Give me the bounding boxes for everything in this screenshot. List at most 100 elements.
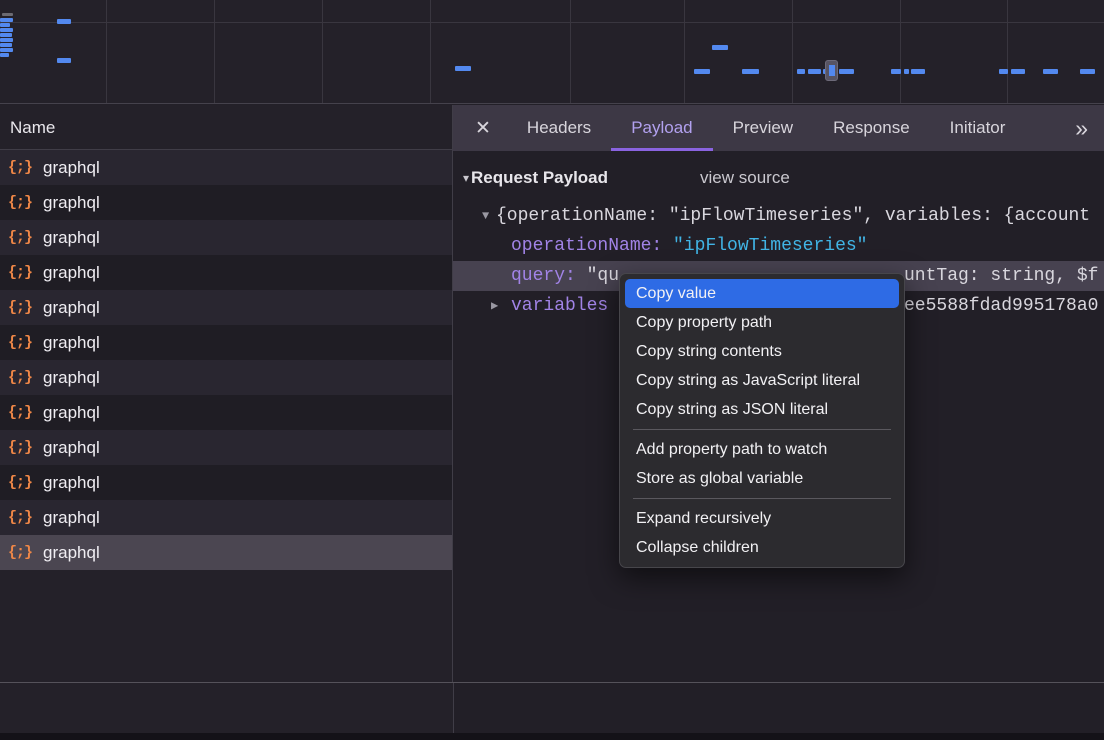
request-rows: {;} graphql {;} graphql {;} graphql	[0, 150, 452, 682]
context-menu-item[interactable]	[633, 498, 891, 499]
more-tabs-chevron-icon[interactable]: »	[1075, 105, 1088, 151]
section-collapse-caret-icon[interactable]: ▾	[463, 171, 469, 185]
request-name-label: graphql	[43, 403, 100, 423]
waterfall-bar	[1080, 69, 1095, 74]
tab-label: Preview	[733, 118, 793, 137]
request-name-label: graphql	[43, 333, 100, 353]
overview-gridline-vertical	[214, 0, 215, 104]
context-menu-item[interactable]: Expand recursively	[625, 504, 899, 533]
network-request-row[interactable]: {;} graphql	[0, 395, 452, 430]
waterfall-bar	[742, 69, 759, 74]
waterfall-bar	[0, 38, 13, 42]
payload-summary-text: {operationName: "ipFlowTimeseries", vari…	[496, 206, 1090, 226]
tab-label: Initiator	[950, 118, 1006, 137]
details-tab[interactable]: Preview	[713, 105, 813, 151]
context-menu-item[interactable]	[633, 429, 891, 430]
context-menu-item-label: Expand recursively	[636, 510, 771, 527]
request-name-label: graphql	[43, 473, 100, 493]
payload-operation-row[interactable]: operationName: "ipFlowTimeseries"	[453, 231, 1104, 261]
payload-root-row[interactable]: ▼{operationName: "ipFlowTimeseries", var…	[453, 201, 1104, 231]
details-tab[interactable]: Headers	[507, 105, 611, 151]
network-request-row[interactable]: {;} graphql	[0, 430, 452, 465]
operation-key: operationName:	[511, 236, 662, 256]
overview-gridline-vertical	[1007, 0, 1008, 104]
waterfall-bar	[904, 69, 909, 74]
context-menu-item-label: Copy string as JavaScript literal	[636, 372, 860, 389]
network-request-row[interactable]: {;} graphql	[0, 220, 452, 255]
waterfall-bar	[891, 69, 901, 74]
operation-value: "ipFlowTimeseries"	[673, 236, 867, 256]
network-request-row[interactable]: {;} graphql	[0, 360, 452, 395]
disclosure-down-icon[interactable]: ▼	[482, 201, 496, 231]
overview-gridline-vertical	[106, 0, 107, 104]
disclosure-right-icon[interactable]: ▶	[491, 291, 511, 321]
json-request-icon: {;}	[8, 159, 32, 176]
context-menu-item[interactable]: Store as global variable	[625, 464, 899, 493]
context-menu-item[interactable]: Copy value	[625, 279, 899, 308]
context-menu-item-label: Collapse children	[636, 539, 759, 556]
footer-panel-divider	[453, 683, 454, 733]
waterfall-bar	[0, 23, 10, 27]
json-request-icon: {;}	[8, 229, 32, 246]
name-column-header[interactable]: Name	[0, 105, 452, 150]
network-request-row[interactable]: {;} graphql	[0, 290, 452, 325]
tab-label: Response	[833, 118, 910, 137]
context-menu-item[interactable]: Copy string contents	[625, 337, 899, 366]
json-request-icon: {;}	[8, 264, 32, 281]
details-tab[interactable]: Payload	[611, 105, 712, 151]
details-tab[interactable]: Initiator	[930, 105, 1026, 151]
network-panel-main: Name {;} graphql {;} graphql	[0, 105, 1104, 682]
waterfall-bar	[0, 43, 12, 47]
context-menu-item-label: Copy string as JSON literal	[636, 401, 828, 418]
details-tab-bar: ✕ Headers Payload Preview Response Initiator…	[453, 105, 1104, 151]
request-name-label: graphql	[43, 368, 100, 388]
context-menu-item[interactable]: Copy string as JSON literal	[625, 395, 899, 424]
waterfall-bar	[797, 69, 805, 74]
network-request-row[interactable]: {;} graphql	[0, 535, 452, 570]
json-request-icon: {;}	[8, 369, 32, 386]
context-menu-item-label: Add property path to watch	[636, 441, 827, 458]
waterfall-bar	[57, 58, 71, 63]
waterfall-bar	[0, 33, 12, 37]
request-payload-section[interactable]: ▾ Request Payload view source	[453, 164, 1104, 192]
details-tab[interactable]: Response	[813, 105, 930, 151]
waterfall-bar	[1011, 69, 1025, 74]
view-source-link[interactable]: view source	[700, 168, 790, 188]
variables-key: variables	[511, 296, 608, 316]
close-icon[interactable]: ✕	[475, 117, 491, 140]
context-menu-item[interactable]: Add property path to watch	[625, 435, 899, 464]
waterfall-bar	[694, 69, 710, 74]
context-menu-item[interactable]: Collapse children	[625, 533, 899, 562]
context-menu-item-label: Copy property path	[636, 314, 772, 331]
waterfall-bar	[0, 53, 9, 57]
request-name-label: graphql	[43, 228, 100, 248]
request-name-label: graphql	[43, 438, 100, 458]
query-key: query:	[511, 266, 576, 286]
waterfall-bar	[839, 69, 854, 74]
footer-right-area	[454, 683, 1104, 733]
request-name-label: graphql	[43, 298, 100, 318]
overview-gridline-horizontal	[0, 22, 1104, 23]
window-bottom-edge	[0, 733, 1104, 740]
overview-gridline-vertical	[792, 0, 793, 104]
waterfall-bar	[0, 18, 13, 22]
waterfall-bar	[0, 28, 13, 32]
request-name-label: graphql	[43, 263, 100, 283]
network-overview-timeline[interactable]	[0, 0, 1104, 104]
json-request-icon: {;}	[8, 474, 32, 491]
network-request-row[interactable]: {;} graphql	[0, 500, 452, 535]
network-request-row[interactable]: {;} graphql	[0, 255, 452, 290]
variables-value-right-fragment: ee5588fdad995178a0	[904, 291, 1098, 321]
json-request-icon: {;}	[8, 509, 32, 526]
context-menu-item[interactable]: Copy property path	[625, 308, 899, 337]
tab-label: Headers	[527, 118, 591, 137]
overview-selected-request-bar	[829, 65, 835, 76]
network-request-row[interactable]: {;} graphql	[0, 325, 452, 360]
network-request-row[interactable]: {;} graphql	[0, 185, 452, 220]
network-request-row[interactable]: {;} graphql	[0, 465, 452, 500]
json-request-icon: {;}	[8, 299, 32, 316]
query-value-left: "qu	[587, 266, 619, 286]
json-request-icon: {;}	[8, 544, 32, 561]
network-request-row[interactable]: {;} graphql	[0, 150, 452, 185]
context-menu-item[interactable]: Copy string as JavaScript literal	[625, 366, 899, 395]
